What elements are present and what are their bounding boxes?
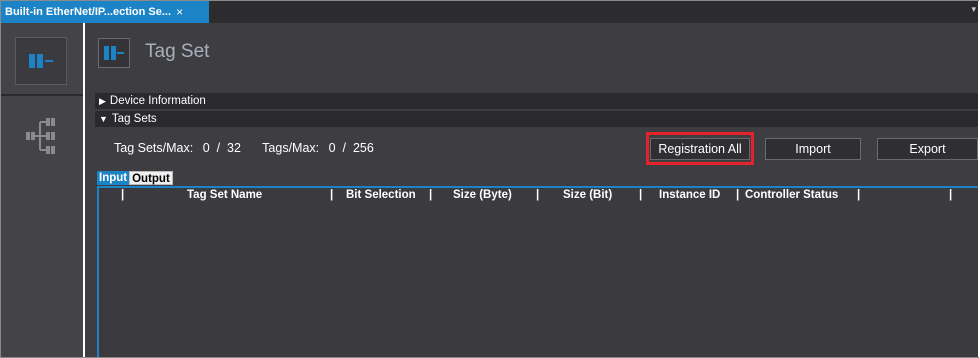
registration-all-button[interactable]: Registration All bbox=[650, 138, 750, 160]
page-title-icon bbox=[98, 38, 130, 68]
column-size-byte[interactable]: Size (Byte) bbox=[453, 189, 512, 201]
editor-tab-title: Built-in EtherNet/IP...ection Se... bbox=[5, 6, 172, 18]
editor-tab[interactable]: Built-in EtherNet/IP...ection Se... × bbox=[1, 1, 209, 23]
column-separator: | bbox=[857, 189, 861, 201]
device-information-label: Device Information bbox=[109, 95, 206, 107]
column-separator: | bbox=[536, 189, 540, 201]
rail-divider bbox=[1, 94, 83, 96]
tab-output[interactable]: Output bbox=[129, 171, 173, 185]
table-header: | Tag Set Name | Bit Selection | Size (B… bbox=[99, 188, 978, 204]
tag-counts: Tag Sets/Max: 0 / 32 Tags/Max: 0 / 256 bbox=[114, 141, 380, 155]
column-controller-status[interactable]: Controller Status bbox=[745, 189, 838, 201]
column-separator: | bbox=[429, 189, 433, 201]
column-separator: | bbox=[121, 189, 125, 201]
tag-sets-max-label: Tag Sets/Max: bbox=[114, 141, 194, 155]
column-size-bit[interactable]: Size (Bit) bbox=[563, 189, 612, 201]
column-instance-id[interactable]: Instance ID bbox=[659, 189, 720, 201]
tab-menu-icon[interactable]: ▾ bbox=[971, 4, 976, 15]
tag-set-nav-button[interactable] bbox=[15, 37, 67, 85]
column-separator: | bbox=[736, 189, 740, 201]
tag-set-table: | Tag Set Name | Bit Selection | Size (B… bbox=[97, 186, 978, 357]
import-button[interactable]: Import bbox=[765, 138, 861, 160]
expand-arrow-icon: ▶ bbox=[99, 95, 106, 106]
column-separator: | bbox=[639, 189, 643, 201]
column-tag-set-name[interactable]: Tag Set Name bbox=[187, 189, 262, 201]
editor-tab-bar: Built-in EtherNet/IP...ection Se... × ▾ bbox=[1, 1, 978, 23]
io-tabs: Input Output bbox=[97, 171, 173, 185]
device-information-section-header[interactable]: ▶ Device Information bbox=[95, 93, 978, 109]
column-separator: | bbox=[949, 189, 953, 201]
tag-sets-label: Tag Sets bbox=[111, 113, 157, 125]
tags-max-value: 0 / 256 bbox=[328, 141, 374, 155]
export-button[interactable]: Export bbox=[877, 138, 978, 160]
left-rail bbox=[1, 23, 83, 357]
collapse-arrow-icon: ▼ bbox=[99, 114, 108, 124]
tag-sets-max-value: 0 / 32 bbox=[202, 141, 241, 155]
tag-sets-section-header[interactable]: ▼ Tag Sets bbox=[95, 111, 978, 127]
connection-nav-button[interactable] bbox=[21, 113, 63, 159]
page-header: Tag Set bbox=[85, 23, 978, 85]
column-separator: | bbox=[330, 189, 334, 201]
tags-max-label: Tags/Max: bbox=[262, 141, 320, 155]
page-title: Tag Set bbox=[145, 41, 210, 62]
tag-set-icon bbox=[29, 54, 53, 68]
connection-icon bbox=[26, 118, 55, 154]
column-bit-selection[interactable]: Bit Selection bbox=[346, 189, 416, 201]
tab-input[interactable]: Input bbox=[97, 171, 130, 185]
close-icon[interactable]: × bbox=[176, 5, 183, 19]
